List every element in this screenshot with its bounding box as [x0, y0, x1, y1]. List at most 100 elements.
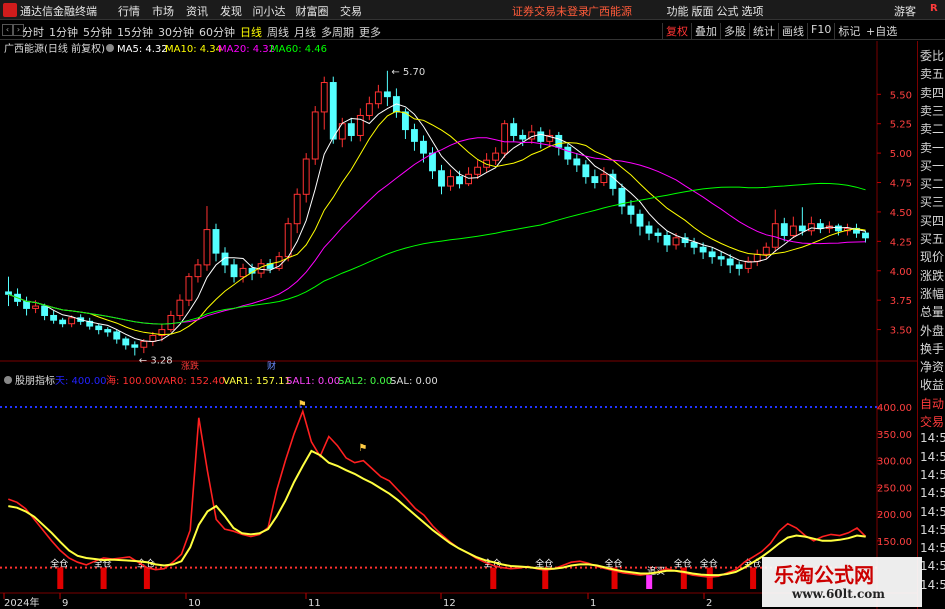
candle-body: [23, 300, 30, 309]
menu-item-jiaoyi[interactable]: 交易: [334, 3, 368, 19]
r-button[interactable]: R: [930, 3, 938, 14]
candle-body: [239, 267, 247, 278]
period-toolbar: ‹ › 分时 1分钟 5分钟 15分钟 30分钟 60分钟 日线 周线 月线 多周期 更多 复权 叠加…: [0, 21, 945, 40]
quote-row-25: 14:5: [920, 504, 945, 519]
price-tick-label: 4.75: [890, 179, 912, 190]
tool-button-1[interactable]: 叠加: [691, 23, 720, 39]
candle-body: [420, 140, 427, 154]
candle-body: [68, 317, 76, 325]
series-var0: [8, 408, 867, 579]
legend-ma5: MA5: 4.32: [117, 44, 168, 55]
price-tick-label: 4.50: [890, 208, 912, 219]
candle-body: [501, 123, 509, 154]
price-tick-label: 5.25: [890, 120, 912, 131]
quote-row-9: 买四: [920, 213, 945, 228]
candle-body: [672, 237, 680, 246]
candle-body: [573, 158, 581, 166]
candle-body: [645, 225, 653, 234]
indicator-name[interactable]: 股朋指标: [15, 374, 55, 387]
candle-body: [654, 232, 662, 236]
period-tabs: 分时 1分钟 5分钟 15分钟 30分钟 60分钟 日线 周线 月线 多周期 更多: [22, 24, 386, 40]
candle-body: [555, 134, 563, 148]
login-status[interactable]: 证券交易未登录: [512, 3, 589, 19]
line-ma10: [8, 110, 866, 336]
candle-body: [302, 158, 310, 195]
candle-body: [816, 223, 824, 229]
guest-label[interactable]: 游客: [894, 3, 916, 19]
menu-item-wenxiaoda[interactable]: 问小达: [248, 3, 290, 19]
tool-button-2[interactable]: 多股: [720, 23, 749, 39]
candle-body: [717, 256, 725, 260]
quote-row-1: 卖五: [920, 67, 945, 82]
candle-body: [194, 264, 202, 278]
legend-ma10: MA10: 4.34: [165, 44, 222, 55]
tool-button-4[interactable]: 画线: [778, 23, 807, 39]
legend-ma60: MA60: 4.46: [270, 44, 327, 55]
candle-body: [365, 103, 373, 116]
candle-body: [807, 223, 815, 232]
period-tab-5[interactable]: 60分钟: [199, 24, 235, 40]
period-tab-4[interactable]: 30分钟: [158, 24, 194, 40]
candle-body: [176, 299, 184, 316]
quote-row-15: 外盘: [920, 323, 945, 338]
period-tab-7[interactable]: 周线: [267, 24, 289, 40]
quote-row-22: 14:5: [920, 449, 945, 464]
menu-item-zixun[interactable]: 资讯: [180, 3, 214, 19]
price-tick-label: 5.50: [890, 90, 912, 101]
candle-body: [347, 123, 355, 136]
menu-item-xuanxiang[interactable]: 选项: [740, 3, 765, 19]
low-price-label: ← 3.28: [139, 355, 173, 366]
menu-item-gongshi[interactable]: 公式: [715, 3, 740, 19]
candle-body: [203, 229, 211, 266]
candle-body: [438, 170, 445, 187]
indicator-toggle-icon[interactable]: [4, 376, 12, 384]
period-tab-3[interactable]: 15分钟: [117, 24, 153, 40]
period-tab-6[interactable]: 日线: [240, 24, 262, 40]
quote-row-27: 14:5: [920, 541, 945, 556]
candle-body: [212, 229, 220, 254]
legend-toggle-icon[interactable]: [106, 44, 114, 52]
signal-label: 全仓: [674, 558, 692, 570]
candle-body: [383, 91, 391, 98]
quote-row-7: 买二: [920, 177, 945, 192]
watermark-url: www.60lt.com: [792, 587, 885, 601]
candle-body: [185, 276, 193, 301]
menu-item-banmian[interactable]: 版面: [690, 3, 715, 19]
chart-area[interactable]: ← 5.70 ← 3.28 涨跌 财 5.50 5.25 5.00 4.75 4.50 4.25…: [0, 41, 917, 609]
line-ma60: [8, 182, 866, 325]
period-tab-2[interactable]: 5分钟: [83, 24, 112, 40]
tool-button-3[interactable]: 统计: [749, 23, 778, 39]
period-tab-0[interactable]: 分时: [22, 24, 44, 40]
quote-side-panel: 委比 卖五 卖四 卖三 卖二 卖一 买一 买二 买三 买四 买五 现价 涨跌 涨幅 总量 外盘 换手 净资 收益 自动…: [917, 41, 945, 609]
candle-body: [167, 314, 175, 331]
period-tab-1[interactable]: 1分钟: [49, 24, 78, 40]
menu-item-shichang[interactable]: 市场: [146, 3, 180, 19]
quote-row-18: 收益: [920, 378, 945, 393]
period-tab-9[interactable]: 多周期: [321, 24, 354, 40]
menu-item-faxian[interactable]: 发现: [214, 3, 248, 19]
signal-bar: [57, 567, 64, 589]
menu-item-hangqing[interactable]: 行情: [112, 3, 146, 19]
candle-body: [789, 225, 797, 236]
tool-button-0[interactable]: 复权: [662, 23, 691, 39]
candle-body: [699, 246, 707, 253]
back-arrow-icon[interactable]: ‹: [2, 24, 13, 36]
candle-body: [862, 232, 869, 239]
line-ma20: [8, 137, 866, 325]
candle-body: [32, 305, 40, 309]
quote-row-21: 14:5: [920, 431, 945, 446]
candle-body: [230, 264, 238, 278]
quote-row-19: 自动: [920, 396, 945, 411]
event-marker-zhangdie[interactable]: 涨跌: [181, 361, 199, 372]
tool-button-6[interactable]: 标记: [834, 23, 863, 39]
period-tab-10[interactable]: 更多: [359, 24, 381, 40]
x-tick-label: 2024年: [4, 596, 39, 609]
menu-item-caifuquan[interactable]: 财富圈: [290, 3, 334, 19]
main-menu: 行情 市场 资讯 发现 问小达 财富圈 交易: [112, 3, 368, 19]
event-marker-cai[interactable]: 财: [267, 360, 276, 372]
menu-item-gongneng[interactable]: 功能: [665, 3, 690, 19]
quote-row-23: 14:5: [920, 467, 945, 482]
add-favorite-button[interactable]: +自选: [866, 23, 897, 39]
tool-button-5[interactable]: F10: [807, 23, 834, 39]
period-tab-8[interactable]: 月线: [294, 24, 316, 40]
